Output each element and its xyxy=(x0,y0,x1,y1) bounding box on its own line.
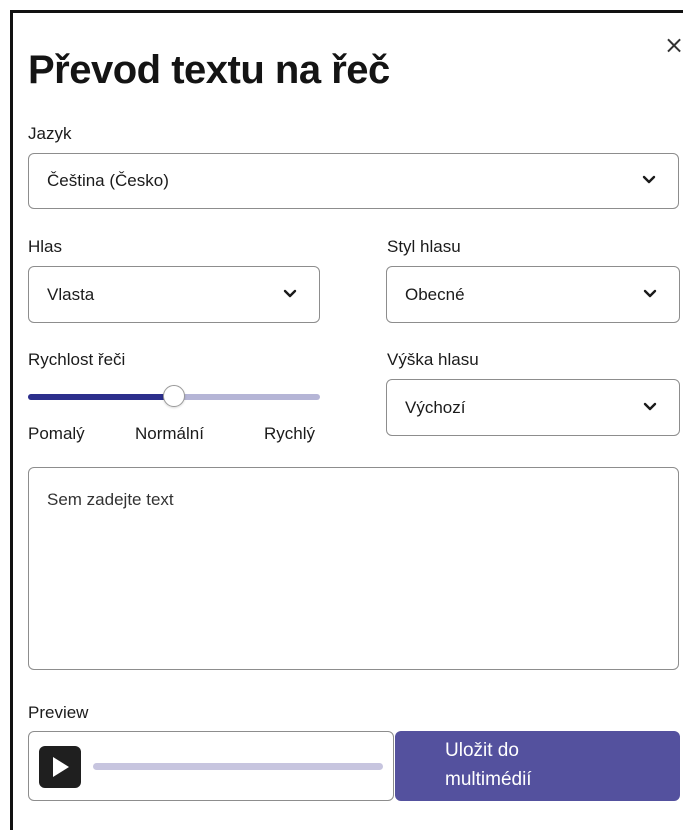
preview-player xyxy=(28,731,394,801)
pitch-select[interactable]: Výchozí xyxy=(386,379,680,436)
chevron-down-icon xyxy=(643,402,657,410)
speech-rate-tick-slow: Pomalý xyxy=(28,424,85,443)
speech-rate-tick-normal: Normální xyxy=(135,424,204,443)
text-input-area[interactable]: Sem zadejte text xyxy=(28,467,679,670)
speech-rate-slider-fill xyxy=(28,394,174,400)
speech-rate-label: Rychlost řeči xyxy=(28,350,126,369)
chevron-down-icon xyxy=(642,175,656,184)
play-button[interactable] xyxy=(39,746,81,788)
save-button-label-line1: Uložit do xyxy=(445,740,519,761)
voice-style-value: Obecné xyxy=(405,284,465,304)
text-input-placeholder: Sem zadejte text xyxy=(47,490,174,509)
speech-rate-slider-thumb[interactable] xyxy=(163,385,185,407)
voice-style-select[interactable]: Obecné xyxy=(386,266,680,323)
pitch-value: Výchozí xyxy=(405,397,466,417)
voice-label: Hlas xyxy=(28,237,63,256)
save-to-media-button[interactable]: Uložit do multimédií xyxy=(395,731,680,801)
chevron-down-icon xyxy=(283,289,297,297)
pitch-label: Výška hlasu xyxy=(387,350,479,369)
save-button-label-line2: multimédií xyxy=(445,769,532,790)
chevron-down-icon xyxy=(643,289,657,297)
language-select[interactable]: Čeština (Česko) xyxy=(28,153,679,209)
voice-value: Vlasta xyxy=(47,284,95,304)
preview-label: Preview xyxy=(28,703,89,722)
speech-rate-slider[interactable] xyxy=(28,385,320,407)
play-icon xyxy=(53,757,69,777)
language-label: Jazyk xyxy=(28,124,72,143)
close-icon[interactable]: × xyxy=(664,32,683,58)
preview-progress-bar[interactable] xyxy=(93,763,383,770)
language-value: Čeština (Česko) xyxy=(47,171,169,190)
voice-style-label: Styl hlasu xyxy=(387,237,461,256)
speech-rate-tick-fast: Rychlý xyxy=(264,424,316,443)
dialog-title: Převod textu na řeč xyxy=(28,48,390,92)
voice-select[interactable]: Vlasta xyxy=(28,266,320,323)
